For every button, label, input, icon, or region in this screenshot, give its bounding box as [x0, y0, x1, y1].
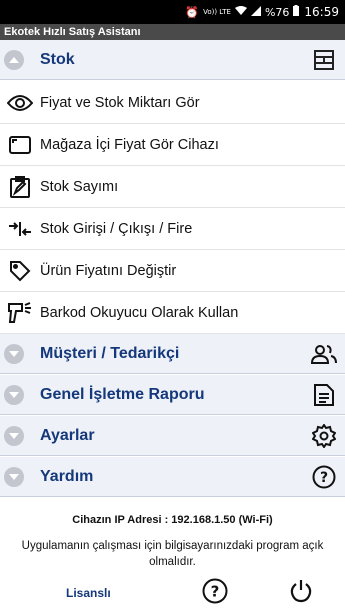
license-status[interactable]: Lisanslı	[66, 586, 111, 600]
section-ayarlar[interactable]: Ayarlar	[0, 416, 345, 456]
menu-item-magaza-fiyat[interactable]: Mağaza İçi Fiyat Gör Cihazı	[0, 124, 345, 166]
menu-item-label: Mağaza İçi Fiyat Gör Cihazı	[40, 136, 219, 153]
alarm-icon: ⏰	[185, 5, 200, 19]
users-icon	[311, 341, 337, 367]
section-yardim[interactable]: Yardım ?	[0, 457, 345, 497]
clock: 16:59	[304, 5, 339, 19]
barcode-scanner-icon	[6, 299, 34, 327]
help-button[interactable]: ?	[201, 577, 229, 605]
section-label: Stok	[40, 50, 75, 68]
svg-text:?: ?	[320, 470, 328, 486]
menu-item-stok-sayimi[interactable]: Stok Sayımı	[0, 166, 345, 208]
wifi-icon	[234, 5, 247, 19]
power-button[interactable]	[287, 577, 315, 605]
help-circle-icon: ?	[311, 464, 337, 490]
chevron-down-icon[interactable]	[4, 425, 24, 446]
menu-item-barkod-okuyucu[interactable]: Barkod Okuyucu Olarak Kullan	[0, 292, 345, 334]
report-icon	[311, 382, 337, 408]
network-indicator: Vo)) LTE	[203, 8, 231, 16]
menu-item-label: Stok Girişi / Çıkışı / Fire	[40, 220, 193, 237]
app-title: Ekotek Hızlı Satış Asistanı	[0, 24, 345, 40]
monitor-icon	[6, 131, 34, 159]
clipboard-edit-icon	[6, 173, 34, 201]
help-icon: ?	[202, 578, 228, 604]
svg-text:?: ?	[211, 583, 220, 601]
section-genel-rapor[interactable]: Genel İşletme Raporu	[0, 375, 345, 415]
chevron-down-icon[interactable]	[4, 384, 24, 405]
gear-icon	[311, 423, 337, 449]
menu-item-fiyat-stok[interactable]: Fiyat ve Stok Miktarı Gör	[0, 82, 345, 124]
section-label: Ayarlar	[40, 426, 95, 444]
chevron-up-icon[interactable]	[4, 49, 24, 70]
menu-item-stok-giris-cikis[interactable]: Stok Girişi / Çıkışı / Fire	[0, 208, 345, 250]
section-label: Yardım	[40, 467, 94, 485]
arrows-in-out-icon	[6, 215, 34, 243]
section-label: Genel İşletme Raporu	[40, 385, 205, 403]
menu-item-label: Fiyat ve Stok Miktarı Gör	[40, 94, 200, 111]
shelf-icon	[311, 47, 337, 73]
eye-icon	[6, 89, 34, 117]
chevron-down-icon[interactable]	[4, 466, 24, 487]
menu-item-label: Stok Sayımı	[40, 178, 119, 195]
ip-address: Cihazın IP Adresi : 192.168.1.50 (Wi-Fi)	[72, 514, 273, 526]
section-stok[interactable]: Stok	[0, 40, 345, 80]
chevron-down-icon[interactable]	[4, 343, 24, 364]
signal-icon	[250, 5, 261, 19]
status-bar: ⏰ Vo)) LTE %76 16:59	[0, 0, 345, 24]
battery-icon	[293, 5, 300, 19]
section-label: Müşteri / Tedarikçi	[40, 344, 180, 362]
connection-note: Uygulamanın çalışması için bilgisayarını…	[21, 540, 324, 568]
menu-item-urun-fiyat[interactable]: Ürün Fiyatını Değiştir	[0, 250, 345, 292]
power-icon	[290, 580, 312, 603]
price-tag-icon	[6, 257, 34, 285]
menu-item-label: Barkod Okuyucu Olarak Kullan	[40, 304, 239, 321]
menu-item-label: Ürün Fiyatını Değiştir	[40, 262, 177, 279]
battery-level: %76	[264, 5, 290, 19]
section-musteri[interactable]: Müşteri / Tedarikçi	[0, 334, 345, 374]
